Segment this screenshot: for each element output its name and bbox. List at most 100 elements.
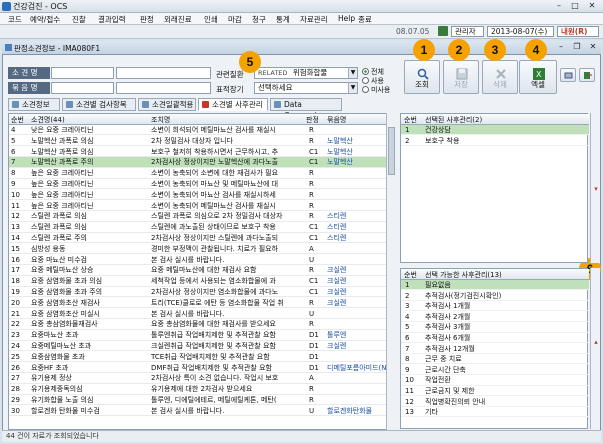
table-row[interactable]: 23 요중마뇨산 초과 톨루엔취급 작업배치제한 및 추적관찰 요함 D1 톨루엔 xyxy=(9,330,395,341)
exit-door-icon[interactable] xyxy=(438,26,448,36)
table-row[interactable]: 17 요중 메틸마뇨산 상승 요중 메틸마뇨산에 대한 재검사 요함 R 크실렌 xyxy=(9,265,395,276)
list-item[interactable]: 3 추적검사 1개월 xyxy=(401,301,589,312)
table-row[interactable]: 25 요중삼염화물 초과 TCE취급 작업배치제한 및 추적관찰 요함 D1 xyxy=(9,352,395,363)
col-header-judgment[interactable]: 판정 xyxy=(306,115,319,125)
table-row[interactable]: 19 요중 삼염화물 초과 주의 2차검사상 정상이지만 염소화합물에 과다노 C1 크… xyxy=(9,287,395,298)
menu-exit[interactable]: 종료 xyxy=(358,14,372,25)
list-item[interactable]: 11 근로금지 및 제한 xyxy=(401,386,589,397)
save-button[interactable]: 저장 xyxy=(443,60,479,94)
minimize-button[interactable]: – xyxy=(552,1,566,12)
menu-exam[interactable]: 진찰 xyxy=(72,14,86,25)
chevron-down-icon[interactable]: ▼ xyxy=(348,68,357,78)
bundle-name-input-2[interactable] xyxy=(116,82,211,94)
table-row[interactable]: 5 노말헥산 과폭로 의심 2차 정밀검사 대상자 입니다 R 노말헥산 xyxy=(9,136,395,147)
move-down-arrow-icon[interactable]: ▾ xyxy=(592,185,600,193)
list-item[interactable]: 12 직업병확진의뢰 안내 xyxy=(401,397,589,407)
menu-close-period[interactable]: 마감 xyxy=(228,14,242,25)
maximize-button[interactable]: □ xyxy=(568,1,582,12)
available-col-name: 선택 가능한 사후관리(13) xyxy=(425,271,502,279)
col-header-no[interactable]: 순번 xyxy=(11,115,24,125)
tab-aftercare[interactable]: 소견별 사후관리 xyxy=(198,98,268,111)
menu-reservation[interactable]: 예약/접수 xyxy=(30,14,60,25)
finding-name-input[interactable] xyxy=(51,67,114,79)
table-row[interactable]: 18 요중 삼염화물 초과 의심 세척작업 등에서 사용되는 염소화합물에 과 C1 크… xyxy=(9,276,395,287)
table-row[interactable]: 11 높은 요중 크레아티닌 소변이 농축되어 메틸마뇨산 검사를 재실시 R xyxy=(9,201,395,211)
table-row[interactable]: 12 스틸렌 과폭로 의심 스틸렌 과폭로 의심으로 2차 정밀검사 대상자 R 스티렌 xyxy=(9,211,395,222)
list-item[interactable]: 9 근로시간 단축 xyxy=(401,365,589,376)
list-item-label: 근로시간 단축 xyxy=(425,365,466,374)
list-item[interactable]: 13 기타 xyxy=(401,407,589,418)
tab-bulk-apply[interactable]: 소견일괄적용 xyxy=(138,98,196,111)
table-row[interactable]: 27 유기용제 정상 2차검사상 특이 소견 없습니다. 작업시 보호 A xyxy=(9,373,395,384)
list-item[interactable]: 7 추적검사 12개월 xyxy=(401,344,589,354)
cell-no: 4 xyxy=(11,126,16,134)
list-item[interactable]: 2 추적검사(정기검진시확인) xyxy=(401,291,589,301)
table-row[interactable]: 8 높은 요중 크레아티닌 소변이 농축되어 소변에 대한 재검사가 필요 R xyxy=(9,168,395,179)
delete-button[interactable]: 삭제 xyxy=(482,60,518,94)
table-row[interactable]: 29 유기화합물 노출 의심 톨루엔, 디에틸에테르, 메틸에틸케톤, 메탄(R xyxy=(9,395,395,406)
table-row[interactable]: 15 심방성 용동 경미한 부정맥이 관찰됩니다. 치료가 필요하 A xyxy=(9,244,395,255)
col-header-finding[interactable]: 소견명(44) xyxy=(31,115,65,125)
radio-all-indicator[interactable] xyxy=(362,68,369,75)
target-organ-select[interactable]: 선택하세요 ▼ xyxy=(254,82,358,94)
table-row[interactable]: 14 스틸렌 과폭로 주의 2차검사상 정상이지만 스틸렌에 과다노출되 C1 스티렌 xyxy=(9,233,395,244)
search-button[interactable]: 조회 xyxy=(404,60,440,94)
menu-outpatient[interactable]: 외래진료 xyxy=(164,14,192,25)
finding-name-input-2[interactable] xyxy=(116,67,211,79)
table-row[interactable]: 6 노말헥산 과폭로 의심 보호구 철저히 착용하시면서 근무하시고, 추 C1 노말헥… xyxy=(9,147,395,157)
menu-billing[interactable]: 청구 xyxy=(252,14,266,25)
col-header-bundle[interactable]: 묶음명 xyxy=(327,115,346,125)
radio-unused[interactable]: 미사용 xyxy=(362,85,390,95)
exit-button[interactable] xyxy=(579,68,595,82)
tab-data-conversion[interactable]: Data Conversion xyxy=(270,98,342,120)
menu-code[interactable]: 코드 xyxy=(8,14,22,25)
list-item[interactable]: 4 추적검사 2개월 xyxy=(401,312,589,323)
child-minimize-button[interactable]: – xyxy=(554,42,568,53)
list-item[interactable]: 2 보호구 착용 xyxy=(401,136,589,146)
table-row[interactable]: 7 노말헥산 과폭로 주의 2차검사상 정상이지만 노말헥산에 과다노출 C1 노말헥산 xyxy=(9,157,395,168)
table-row[interactable]: 26 요중HF 초과 DMF취급 작업배치제한 및 추적관찰 요함 D1 디메틸포름아미… xyxy=(9,363,395,373)
radio-unused-indicator[interactable] xyxy=(362,86,369,93)
list-item[interactable]: 6 추적검사 6개월 xyxy=(401,333,589,344)
table-row[interactable]: 9 높은 요중 크레아티닌 소변이 농축되어 마뇨산 및 메틸마뇨산에 대 R xyxy=(9,179,395,190)
table-row[interactable]: 10 높은 요중 크레아티닌 소변이 농축되어 마뇨산 검사를 재실시하세 R xyxy=(9,190,395,201)
list-item[interactable]: 1 건강상담 xyxy=(401,125,589,136)
menu-help[interactable]: Help xyxy=(338,14,355,23)
child-close-button[interactable]: ✕ xyxy=(586,42,600,53)
table-row[interactable]: 4 낮은 요중 크레아티닌 소변이 희석되어 메틸마뇨산 검사를 재실시 R xyxy=(9,125,395,136)
menu-data-mgmt[interactable]: 자료관리 xyxy=(300,14,328,25)
related-disease-select[interactable]: RELATED 위험화합물 ▼ xyxy=(254,67,358,79)
chevron-down-icon[interactable]: ▼ xyxy=(348,83,357,93)
table-row[interactable]: 30 할로겐화 탄화물 미수검 본 검사 실시를 바랍니다. U 할로겐화탄화물 xyxy=(9,406,395,417)
menu-stats[interactable]: 통계 xyxy=(276,14,290,25)
table-row[interactable]: 20 요중 삼염화초산 재검사 트리(TCE)클로로 에탄 등 염소화합물 작업 취… xyxy=(9,298,395,309)
move-up-arrow-icon[interactable]: ▴ xyxy=(592,338,600,346)
cell-action: DMF취급 작업배치제한 및 추적관찰 요함 xyxy=(151,363,272,372)
menu-result-input[interactable]: 결과입력 xyxy=(98,14,126,25)
menu-print[interactable]: 인쇄 xyxy=(204,14,218,25)
list-item[interactable]: 10 작업전환 xyxy=(401,375,589,386)
cell-judgment: D1 xyxy=(309,342,319,350)
table-row[interactable]: 24 요중메틸마뇨산 초과 크실렌취급 작업배치제한 및 추적관찰 요함 D1 크실렌 xyxy=(9,341,395,352)
child-restore-button[interactable]: ❐ xyxy=(570,42,584,53)
close-button[interactable]: ✕ xyxy=(585,1,599,12)
bundle-name-input[interactable] xyxy=(51,82,114,94)
table-row[interactable]: 22 요중 총삼염화물재검사 요중 총삼염화물에 대한 재검사를 받으세요 R xyxy=(9,319,395,330)
minimize-panel-button[interactable] xyxy=(560,68,576,82)
menu-judgment[interactable]: 판정 xyxy=(140,14,154,25)
list-item[interactable]: 5 추적검사 3개월 xyxy=(401,322,589,333)
tab-exam-items[interactable]: 소견별 검사항목 xyxy=(62,98,136,111)
excel-button[interactable]: X 엑셀 xyxy=(519,60,557,94)
scrollbar-thumb[interactable] xyxy=(388,127,395,175)
grid-scrollbar[interactable] xyxy=(386,113,396,430)
list-item[interactable]: 1 필요없음 xyxy=(401,280,589,291)
table-row[interactable]: 13 스틸렌 과폭로 의심 스틸렌에 과노출된 상태이므로 보호구 착용 C1 스티렌 xyxy=(9,222,395,233)
table-row[interactable]: 16 요중 마뇨산 미수검 본 검사 실시를 바랍니다. U xyxy=(9,255,395,265)
table-row[interactable]: 21 요중 삼염화초산 미실시 본 검사 실시를 바랍니다. U xyxy=(9,309,395,319)
cell-finding: 요중삼염화물 초과 xyxy=(31,352,85,361)
table-row[interactable]: 28 유기용제중독의심 유기용제에 대한 2차검사 받으세요 R xyxy=(9,384,395,395)
list-item[interactable]: 8 근무 중 치료 xyxy=(401,354,589,365)
radio-used-indicator[interactable] xyxy=(362,77,369,84)
col-header-action[interactable]: 조치명 xyxy=(151,115,170,125)
tab-finding-info[interactable]: 소견정보 xyxy=(8,98,60,111)
